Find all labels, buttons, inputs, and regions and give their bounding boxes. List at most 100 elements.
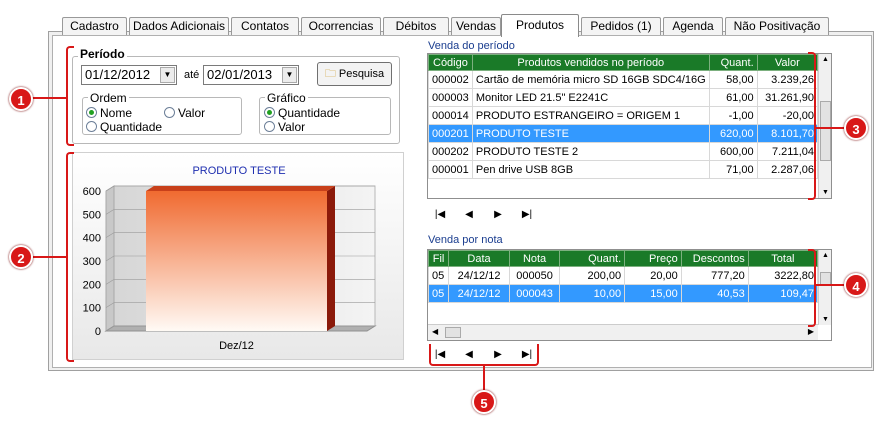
y-tick-label: 400 xyxy=(83,233,101,245)
table-row[interactable]: 05 24/12/12 000050 200,00 20,00 777,20 3222,80 xyxy=(428,266,819,285)
y-tick-label: 500 xyxy=(83,209,101,221)
tab-contatos[interactable]: Contatos xyxy=(231,17,299,36)
tab-cadastro[interactable]: Cadastro xyxy=(62,17,127,36)
y-tick-label: 0 xyxy=(95,326,101,338)
radio-checked-icon xyxy=(86,107,97,118)
col-quant[interactable]: Quant. xyxy=(559,250,626,267)
table-cell: 05 xyxy=(428,266,450,285)
bar-side xyxy=(327,186,335,331)
table-row[interactable]: 000003 Monitor LED 21.5" E2241C 61,00 31.26… xyxy=(428,88,819,107)
x-tick-label: Dez/12 xyxy=(219,340,254,352)
radio-unchecked-icon xyxy=(86,121,97,132)
tab-debitos[interactable]: Débitos xyxy=(383,17,449,36)
tab-nao-positivacao[interactable]: Não Positivação (2) xyxy=(725,17,829,50)
table-cell: 000003 xyxy=(428,88,473,107)
col-preco[interactable]: Preço xyxy=(624,250,682,267)
callout-line-5 xyxy=(483,366,485,390)
date-to-combo[interactable]: 02/01/2013 ▼ xyxy=(203,65,299,85)
table-row[interactable]: 05 24/12/12 000043 10,00 15,00 40,53 109,47 xyxy=(428,284,819,303)
scroll-right-icon[interactable]: ▶ xyxy=(808,327,814,336)
first-record-button[interactable]: |◀ xyxy=(428,209,452,220)
col-produtos[interactable]: Produtos vendidos no período xyxy=(471,54,710,71)
scroll-down-icon[interactable]: ▼ xyxy=(822,316,829,323)
table-cell: 000202 xyxy=(428,142,473,161)
last-record-button[interactable]: ▶| xyxy=(515,209,539,220)
bracket-3 xyxy=(808,52,816,200)
table-cell: 40,53 xyxy=(680,284,749,303)
callout-line-3 xyxy=(816,127,844,129)
scroll-up-icon[interactable]: ▲ xyxy=(822,56,829,63)
col-descontos[interactable]: Descontos xyxy=(680,250,749,267)
table-cell: 61,00 xyxy=(708,88,758,107)
bracket-4 xyxy=(808,249,816,327)
search-folder-icon: 🗀 xyxy=(324,68,336,80)
chart-title: PRODUTO TESTE xyxy=(192,165,285,177)
chart-area: 600 500 400 300 200 100 0 Dez/12 PRODUTO TESTE xyxy=(72,152,404,360)
table-cell: 000201 xyxy=(428,124,473,143)
tab-agenda[interactable]: Agenda xyxy=(663,17,723,36)
scroll-down-icon[interactable]: ▼ xyxy=(822,189,829,196)
grafico-label: Gráfico xyxy=(265,91,308,105)
scroll-left-icon[interactable]: ◀ xyxy=(432,327,438,336)
ordem-valor-radio[interactable]: Valor xyxy=(164,106,205,120)
scroll-thumb[interactable] xyxy=(445,327,461,338)
ordem-nome-radio[interactable]: Nome xyxy=(86,106,132,120)
table-cell: 600,00 xyxy=(708,142,758,161)
y-tick-label: 200 xyxy=(83,279,101,291)
vertical-scrollbar[interactable]: ▲ ▼ xyxy=(818,250,831,325)
callout-line-1 xyxy=(30,97,66,99)
table-row[interactable]: 000014 PRODUTO ESTRANGEIRO = ORIGEM 1 -1,0… xyxy=(428,106,819,125)
callout-5: 5 xyxy=(472,390,496,414)
grafico-quantidade-radio[interactable]: Quantidade xyxy=(264,106,340,120)
radio-unchecked-icon xyxy=(264,121,275,132)
table-cell: 58,00 xyxy=(708,70,758,89)
table-cell: PRODUTO TESTE xyxy=(471,124,710,143)
tab-pedidos[interactable]: Pedidos (1) xyxy=(581,17,661,36)
tab-produtos[interactable]: Produtos xyxy=(501,14,579,37)
periodo-label: Período xyxy=(78,47,127,61)
prev-record-button[interactable]: ◀ xyxy=(457,209,481,220)
bracket-2 xyxy=(66,152,74,362)
chevron-down-icon[interactable]: ▼ xyxy=(282,67,297,83)
bar-top xyxy=(146,186,335,191)
col-codigo[interactable]: Código xyxy=(428,54,473,71)
table-cell: 20,00 xyxy=(624,266,682,285)
horizontal-scrollbar[interactable]: ◀ ▶ xyxy=(428,324,818,340)
vertical-scrollbar[interactable]: ▲ ▼ xyxy=(818,54,831,198)
tab-vendas[interactable]: Vendas xyxy=(451,17,501,36)
table-row[interactable]: 000201 PRODUTO TESTE 620,00 8.101,70 xyxy=(428,124,819,143)
bar-chart: 600 500 400 300 200 100 0 Dez/12 PRODUTO TESTE xyxy=(83,165,377,352)
grafico-valor-radio[interactable]: Valor xyxy=(264,120,305,134)
col-quant[interactable]: Quant. xyxy=(708,54,758,71)
table-cell: 15,00 xyxy=(624,284,682,303)
scroll-up-icon[interactable]: ▲ xyxy=(822,252,829,259)
table-row[interactable]: 000202 PRODUTO TESTE 2 600,00 7.211,04 xyxy=(428,142,819,161)
table-cell: 620,00 xyxy=(708,124,758,143)
table-row[interactable]: 000001 Pen drive USB 8GB 71,00 2.287,06 xyxy=(428,160,819,179)
date-from-combo[interactable]: 01/12/2012 ▼ xyxy=(81,65,177,85)
table-cell: 000014 xyxy=(428,106,473,125)
pesquisa-button[interactable]: 🗀 Pesquisa xyxy=(317,62,392,86)
tab-dados-adicionais[interactable]: Dados Adicionais xyxy=(129,17,229,36)
table-cell: PRODUTO TESTE 2 xyxy=(471,142,710,161)
table-row[interactable]: 000002 Cartão de memória micro SD 16GB SD… xyxy=(428,70,819,89)
scroll-thumb[interactable] xyxy=(820,101,831,161)
next-record-button[interactable]: ▶ xyxy=(486,209,510,220)
col-data[interactable]: Data xyxy=(448,250,510,267)
chevron-down-icon[interactable]: ▼ xyxy=(160,67,175,83)
col-fil[interactable]: Fil xyxy=(428,250,450,267)
tab-ocorrencias[interactable]: Ocorrencias xyxy=(301,17,381,36)
grid-header: Fil Data Nota Quant. Preço Descontos Tot… xyxy=(428,250,819,267)
venda-periodo-grid[interactable]: Código Produtos vendidos no período Quan… xyxy=(427,53,832,199)
table-cell: 24/12/12 xyxy=(448,284,510,303)
ordem-quantidade-radio[interactable]: Quantidade xyxy=(86,120,162,134)
table-cell: 200,00 xyxy=(559,266,626,285)
callout-line-2 xyxy=(30,256,66,258)
venda-nota-grid[interactable]: Fil Data Nota Quant. Preço Descontos Tot… xyxy=(427,249,832,341)
col-nota[interactable]: Nota xyxy=(508,250,561,267)
bar xyxy=(146,191,327,331)
venda-nota-title: Venda por nota xyxy=(428,234,503,246)
table-cell: PRODUTO ESTRANGEIRO = ORIGEM 1 xyxy=(471,106,710,125)
table-cell: 71,00 xyxy=(708,160,758,179)
y-tick-label: 100 xyxy=(83,303,101,315)
